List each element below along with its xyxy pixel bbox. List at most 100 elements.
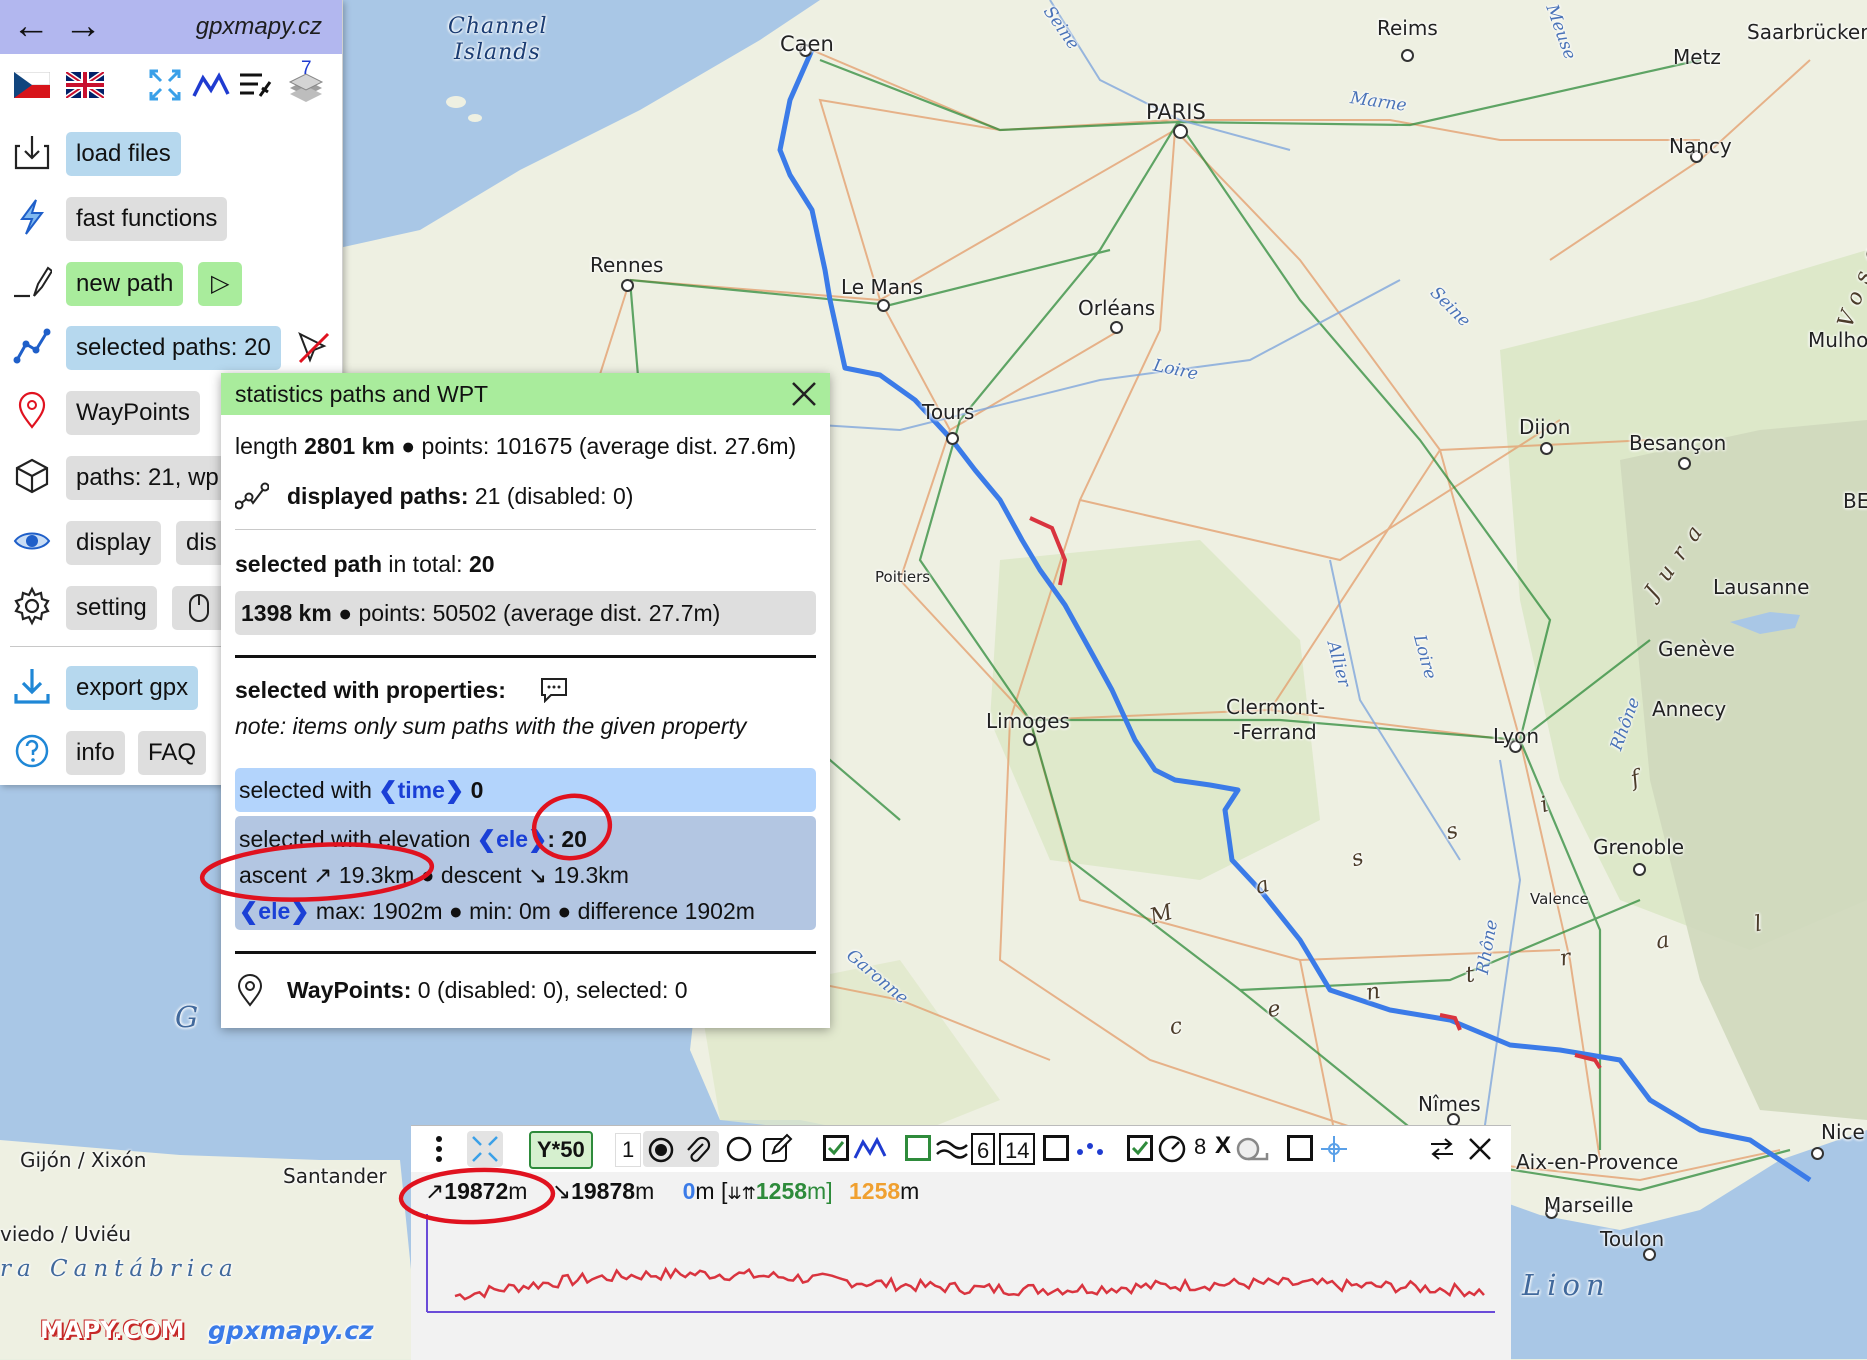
fast-functions-button[interactable]: fast functions	[66, 197, 228, 241]
map-label: -Ferrand	[1233, 720, 1317, 744]
setting-button[interactable]: setting	[66, 586, 157, 630]
smoothing-max[interactable]: 14	[999, 1133, 1036, 1165]
elevation-profile-icon[interactable]	[192, 70, 230, 100]
smoothing-min[interactable]: 6	[971, 1133, 996, 1165]
speed-value: 8	[1194, 1134, 1207, 1159]
gear-icon[interactable]	[12, 586, 52, 626]
path-nodes-icon[interactable]	[12, 326, 52, 366]
speedometer-icon	[1158, 1135, 1186, 1163]
statistics-title: statistics paths and WPT	[235, 381, 489, 407]
elevation-stats-line: ↗19872m ↘19878m 0m [⇊⇈1258m] 1258m	[425, 1178, 919, 1205]
city-dot	[1540, 442, 1553, 455]
max-elevation-value: 1258	[755, 1178, 808, 1204]
tape-measure-icon[interactable]	[1235, 1134, 1269, 1164]
elevation-range-line: ❮ele❯ max: 1902m ● min: 0m ● difference …	[239, 898, 755, 925]
map-label: Saarbrücken	[1747, 20, 1867, 44]
check-icon	[827, 1141, 845, 1156]
swap-icon[interactable]	[1429, 1137, 1455, 1161]
pencil-line-icon[interactable]	[12, 262, 52, 302]
forward-arrow-icon[interactable]: →	[64, 6, 102, 46]
time-keyword: ❮time❯	[378, 777, 465, 803]
target-point-icon[interactable]	[647, 1136, 675, 1164]
waypoints-button[interactable]: WayPoints	[66, 391, 200, 435]
statistics-dialog: statistics paths and WPT length 2801 km …	[221, 373, 830, 1028]
elevation-prefix: selected with elevation	[239, 826, 477, 852]
edit-icon[interactable]	[761, 1133, 793, 1165]
selected-paths-button[interactable]: selected paths: 20	[66, 326, 281, 370]
min-elevation-unit: m [	[695, 1178, 728, 1204]
time-prefix: selected with	[239, 777, 379, 803]
ascent-arrow: ↗	[425, 1178, 445, 1204]
display-button[interactable]: display	[66, 521, 161, 565]
elevation-keyword-2: ❮ele❯	[239, 898, 310, 924]
list-edit-icon[interactable]	[238, 70, 272, 100]
faq-button[interactable]: FAQ	[138, 731, 207, 775]
mapy-logo[interactable]: MAPY.COM	[40, 1316, 184, 1344]
elevation-chart[interactable]	[425, 1214, 1495, 1354]
circle-icon[interactable]	[725, 1135, 753, 1163]
points-checkbox[interactable]	[1043, 1135, 1069, 1161]
pin-icon[interactable]	[12, 391, 52, 431]
map-label: Besançon	[1629, 431, 1727, 455]
info-button[interactable]: info	[66, 731, 125, 775]
divider-thick-2	[235, 951, 816, 954]
map-label: Reims	[1377, 16, 1438, 40]
download-icon[interactable]	[12, 666, 52, 706]
check-icon	[1131, 1141, 1149, 1156]
paths-count-button[interactable]: paths: 21, wp	[66, 456, 236, 500]
selected-points-text: ● points: 50502 (average dist. 27.7m)	[331, 600, 721, 626]
descent-text: ● descent ↘ 19.3km	[414, 862, 629, 888]
comment-icon[interactable]	[539, 675, 569, 703]
island	[468, 114, 482, 122]
waypoints-line: WayPoints: 0 (disabled: 0), selected: 0	[235, 974, 688, 1007]
ascent-unit: m	[508, 1178, 528, 1204]
y-scale-button[interactable]: Y*50	[529, 1131, 593, 1169]
site-watermark[interactable]: gpxmapy.cz	[208, 1316, 374, 1345]
more-vertical-icon[interactable]	[431, 1133, 447, 1165]
new-path-button[interactable]: new path	[66, 262, 184, 306]
crosshair-icon[interactable]	[1319, 1134, 1349, 1164]
displayed-paths-icon	[235, 482, 269, 510]
elevation-toolbar: Y*50 1 6 14 8 X	[411, 1126, 1511, 1172]
x-axis-label[interactable]: X	[1215, 1132, 1231, 1160]
close-icon[interactable]	[788, 378, 820, 410]
mouse-button[interactable]	[172, 586, 226, 630]
load-files-button[interactable]: load files	[66, 132, 181, 176]
statistics-header: statistics paths and WPT	[221, 373, 830, 415]
map-label: Marseille	[1544, 1193, 1634, 1217]
divider-thick	[235, 655, 816, 658]
cube-icon[interactable]	[12, 456, 52, 496]
properties-label: selected with properties:	[235, 677, 506, 703]
map-label: Le Mans	[841, 275, 924, 299]
city-dot	[1633, 863, 1646, 876]
fit-extent-icon	[472, 1136, 498, 1162]
range-icon: ⇊⇈	[727, 1184, 756, 1203]
profile-checkbox[interactable]	[823, 1135, 849, 1161]
close-icon[interactable]	[1465, 1134, 1495, 1164]
czech-flag-icon[interactable]	[14, 72, 50, 98]
eye-icon[interactable]	[12, 521, 52, 561]
cross-checkbox[interactable]	[1287, 1135, 1313, 1161]
paperclip-icon[interactable]	[683, 1136, 711, 1164]
help-icon[interactable]	[12, 731, 52, 771]
fit-extent-icon[interactable]	[148, 68, 182, 102]
elevation-profile-icon	[853, 1136, 887, 1159]
app-title[interactable]: gpxmapy.cz	[196, 13, 322, 41]
play-button[interactable]: ▷	[198, 262, 243, 306]
map-label: Channel	[448, 14, 548, 39]
uk-flag-icon[interactable]	[66, 72, 104, 98]
map-label: Rennes	[590, 253, 664, 277]
load-files-icon[interactable]	[12, 132, 52, 172]
descent-arrow: ↘	[551, 1178, 572, 1204]
lightning-icon[interactable]	[12, 197, 52, 237]
speed-checkbox[interactable]	[1127, 1135, 1153, 1161]
back-arrow-icon[interactable]: ←	[12, 6, 50, 46]
city-dot	[946, 432, 959, 445]
toolbar-row: 7	[0, 58, 342, 118]
map-label: Grenoble	[1593, 835, 1685, 859]
fit-button[interactable]	[467, 1131, 503, 1167]
waypoints-value: 0 (disabled: 0), selected: 0	[411, 977, 688, 1003]
smoothing-checkbox[interactable]	[905, 1135, 931, 1161]
export-gpx-button[interactable]: export gpx	[66, 666, 199, 710]
deselect-cursor-icon[interactable]	[296, 330, 332, 366]
